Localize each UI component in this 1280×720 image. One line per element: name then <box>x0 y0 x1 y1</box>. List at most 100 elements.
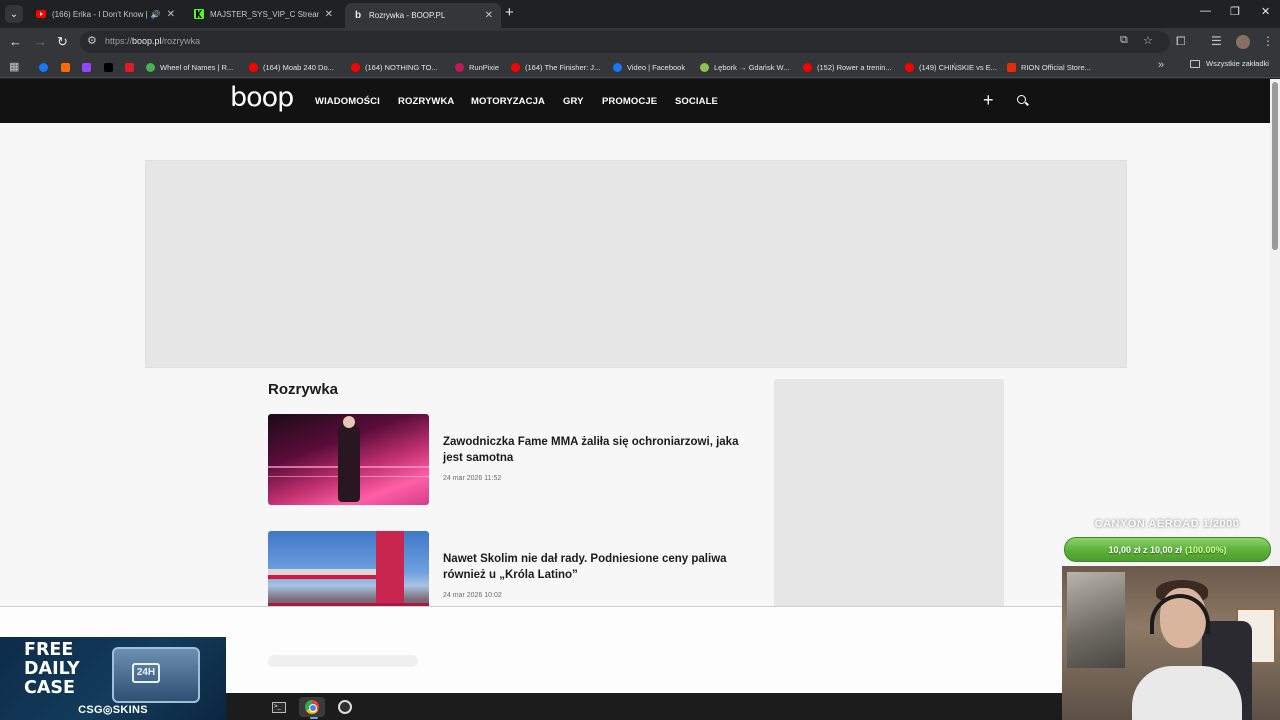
bookmark-label: RION Official Store... <box>1021 62 1091 72</box>
site-info-icon[interactable]: ⚙ <box>87 34 97 47</box>
nav-motoryzacja[interactable]: MOTORYZACJA <box>471 96 545 107</box>
tab-search-button[interactable]: ⌄ <box>5 5 23 23</box>
bookmark-label: (149) CHIŃSKIE vs E... <box>919 62 997 72</box>
address-bar[interactable]: ⚙ https://boop.pl/rozrywka ⧉ ☆ <box>80 31 1170 53</box>
bookmark-label: Lębork → Gdańsk W... <box>714 62 790 72</box>
new-tab-button[interactable]: + <box>505 5 514 21</box>
bookmark-item[interactable]: (164) The Finisher: J... <box>511 60 600 74</box>
bookmark-item[interactable]: (164) NOTHING TO... <box>351 60 438 74</box>
minimize-icon[interactable]: — <box>1200 5 1211 17</box>
csgoskins-promo-overlay: FREE DAILY CASE 24H CSG◎SKINS <box>0 637 226 720</box>
youtube-icon <box>351 62 360 72</box>
reading-list-icon[interactable]: ☰ <box>1211 34 1222 48</box>
taskbar-terminal[interactable]: >_ <box>266 697 292 717</box>
bookmark-item[interactable] <box>125 60 139 74</box>
taskbar: >_ <box>226 693 1062 720</box>
section-title: Rozrywka <box>268 381 339 398</box>
maps-icon <box>700 62 709 72</box>
tab-title: (166) Erika - I Don't Know [ <box>52 9 147 19</box>
goal-percent: (100.00%) <box>1185 544 1227 555</box>
nav-promocje[interactable]: PROMOCJE <box>602 96 657 107</box>
search-icon[interactable] <box>1017 95 1029 106</box>
runpixie-icon <box>455 62 464 72</box>
goal-amount: 10,00 zł <box>1108 544 1141 555</box>
youtube-icon <box>511 62 520 72</box>
bookmark-item[interactable] <box>61 60 75 74</box>
all-bookmarks-button[interactable]: Wszystkie zakładki <box>1190 59 1269 68</box>
plus-icon[interactable]: + <box>983 91 994 109</box>
article-title[interactable]: Nawet Skolim nie dał rady. Podniesione c… <box>443 552 748 583</box>
bookmark-label: (164) Moab 240 Do... <box>263 62 334 72</box>
profile-avatar[interactable] <box>1236 35 1250 49</box>
article-date: 24 mar 2026 11:52 <box>443 475 502 482</box>
article-date: 24 mar 2026 10:02 <box>443 592 502 599</box>
bookmark-item[interactable]: Video | Facebook <box>613 60 685 74</box>
bookmark-item[interactable]: RunPixie <box>455 60 499 74</box>
nav-wiadomosci[interactable]: WIADOMOŚCI <box>315 96 380 107</box>
bookmark-item[interactable] <box>39 60 53 74</box>
url-text[interactable]: https://boop.pl/rozrywka <box>105 36 200 46</box>
facebook-icon <box>39 62 48 72</box>
extensions-icon[interactable]: ⧠ <box>1176 34 1186 49</box>
article-title[interactable]: Zawodniczka Fame MMA żaliła się ochronia… <box>443 435 748 466</box>
close-tab-icon[interactable]: ✕ <box>167 9 175 20</box>
bookmark-item[interactable] <box>82 60 96 74</box>
bookmark-item[interactable]: Lębork → Gdańsk W... <box>700 60 789 74</box>
bookmark-label: Wheel of Names | R... <box>160 62 234 72</box>
promo-brand: CSG◎SKINS <box>78 704 148 716</box>
close-window-icon[interactable]: ✕ <box>1261 5 1270 18</box>
tab-kick-stream[interactable]: MAJSTER_SYS_VIP_C Stream - V ✕ <box>186 3 341 25</box>
taskbar-obs[interactable] <box>332 697 358 717</box>
tab-boop-rozrywka[interactable]: b Rozrywka - BOOP.PL ✕ <box>345 3 501 28</box>
bookmark-label: (164) The Finisher: J... <box>525 62 601 72</box>
install-app-icon[interactable]: ⧉ <box>1120 34 1128 47</box>
scrollbar-thumb[interactable] <box>1272 82 1278 250</box>
bookmark-item[interactable]: Wheel of Names | R... <box>146 60 233 74</box>
chrome-icon <box>305 700 319 714</box>
article-thumbnail[interactable] <box>268 414 429 505</box>
red-app-icon <box>125 62 134 72</box>
browser-toolbar: ← → ↻ ⚙ https://boop.pl/rozrywka ⧉ ☆ ⧠ ☰… <box>0 28 1280 56</box>
youtube-icon <box>249 62 258 72</box>
browser-tab-strip: ⌄ (166) Erika - I Don't Know [ 🔊 ✕ MAJST… <box>0 0 1280 28</box>
tab-youtube-erika[interactable]: (166) Erika - I Don't Know [ 🔊 ✕ <box>28 3 183 25</box>
kick-icon <box>194 9 204 19</box>
bookmark-item[interactable]: RION Official Store... <box>1007 60 1091 74</box>
bookmark-item[interactable]: (149) CHIŃSKIE vs E... <box>905 60 997 74</box>
nav-rozrywka[interactable]: ROZRYWKA <box>398 96 454 107</box>
forward-icon[interactable]: → <box>34 34 47 50</box>
site-header: boop WIADOMOŚCI ROZRYWKA MOTORYZACJA GRY… <box>0 79 1270 123</box>
audio-playing-icon[interactable]: 🔊 <box>151 10 161 19</box>
boop-logo[interactable]: boop <box>230 83 294 113</box>
apps-grid-icon[interactable]: ▦ <box>9 60 19 73</box>
close-tab-icon[interactable]: ✕ <box>485 10 493 21</box>
menu-icon[interactable]: ⋮ <box>1262 34 1274 48</box>
orange-app-icon <box>61 62 70 72</box>
bookmark-star-icon[interactable]: ☆ <box>1143 34 1153 47</box>
promo-text: FREE DAILY CASE <box>24 640 80 698</box>
twitch-icon <box>82 62 91 72</box>
sidebar-ad-placeholder <box>774 379 1004 619</box>
bookmark-item[interactable]: (152) Rower a trenin... <box>803 60 892 74</box>
goal-separator: z <box>1142 544 1148 555</box>
bookmark-label: (152) Rower a trenin... <box>817 62 892 72</box>
terminal-icon: >_ <box>272 701 286 713</box>
reload-icon[interactable]: ↻ <box>57 34 68 50</box>
nav-sociale[interactable]: SOCIALE <box>675 96 718 107</box>
wheel-icon <box>146 62 155 72</box>
article-item[interactable]: Zawodniczka Fame MMA żaliła się ochronia… <box>268 414 748 505</box>
back-icon[interactable]: ← <box>9 34 22 50</box>
donation-goal-bar: 10,00 zł z 10,00 zł (100.00%) <box>1064 537 1271 562</box>
youtube-icon <box>36 9 46 19</box>
nav-gry[interactable]: GRY <box>563 96 584 107</box>
more-bookmarks-icon[interactable]: » <box>1158 59 1164 71</box>
case-timer-label: 24H <box>132 663 160 683</box>
bookmark-item[interactable]: (164) Moab 240 Do... <box>249 60 334 74</box>
ad-banner-placeholder <box>145 160 1127 368</box>
taskbar-chrome[interactable] <box>299 697 325 717</box>
close-tab-icon[interactable]: ✕ <box>325 9 333 20</box>
webcam-feed <box>1062 566 1280 720</box>
all-bookmarks-label: Wszystkie zakładki <box>1206 59 1269 68</box>
restore-icon[interactable]: ❐ <box>1230 5 1240 18</box>
bookmark-item[interactable] <box>104 60 118 74</box>
